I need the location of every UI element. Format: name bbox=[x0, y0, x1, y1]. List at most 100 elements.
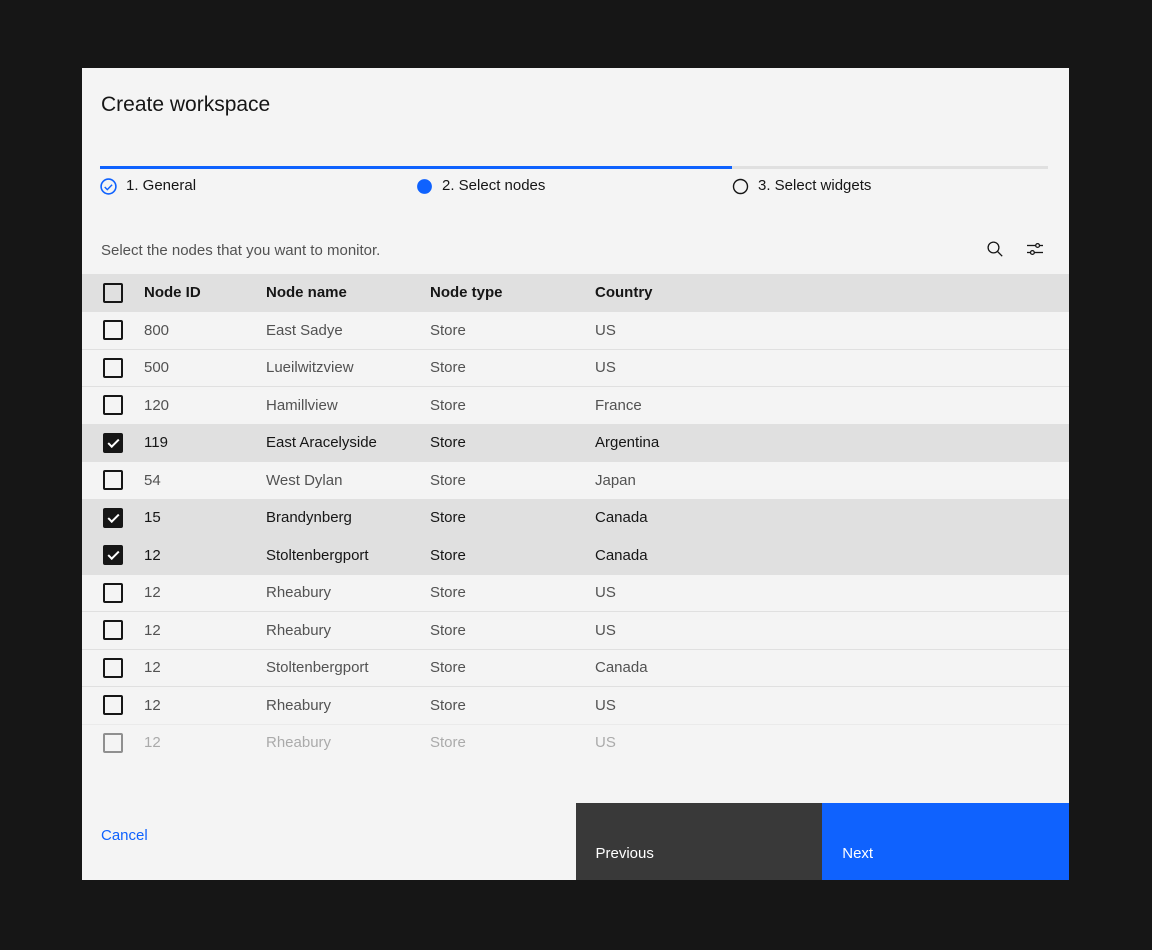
cell-node-type: Store bbox=[430, 509, 595, 526]
table-row[interactable]: 12 Rheabury Store US bbox=[82, 686, 1069, 724]
column-header-node-id[interactable]: Node ID bbox=[144, 284, 266, 301]
table-row[interactable]: 15 Brandynberg Store Canada bbox=[82, 499, 1069, 537]
row-checkbox[interactable] bbox=[103, 508, 123, 528]
settings-adjust-icon bbox=[1026, 240, 1044, 261]
cell-node-name: East Sadye bbox=[266, 322, 430, 339]
cell-node-id: 12 bbox=[144, 697, 266, 714]
cell-node-id: 12 bbox=[144, 659, 266, 676]
page-title: Create workspace bbox=[101, 92, 1049, 118]
row-checkbox[interactable] bbox=[103, 583, 123, 603]
table-row[interactable]: 54 West Dylan Store Japan bbox=[82, 461, 1069, 499]
cell-node-name: Hamillview bbox=[266, 397, 430, 414]
table-toolbar: Select the nodes that you want to monito… bbox=[82, 226, 1069, 274]
row-checkbox-cell bbox=[82, 695, 144, 715]
cell-country: US bbox=[595, 622, 1069, 639]
table-row[interactable]: 12 Stoltenbergport Store Canada bbox=[82, 536, 1069, 574]
cell-node-id: 12 bbox=[144, 584, 266, 601]
cell-node-type: Store bbox=[430, 397, 595, 414]
next-button[interactable]: Next bbox=[822, 803, 1069, 880]
table-row[interactable]: 119 East Aracelyside Store Argentina bbox=[82, 424, 1069, 462]
cell-node-id: 500 bbox=[144, 359, 266, 376]
cell-country: US bbox=[595, 359, 1069, 376]
table-row[interactable]: 800 East Sadye Store US bbox=[82, 311, 1069, 349]
row-checkbox-cell bbox=[82, 395, 144, 415]
search-icon bbox=[986, 240, 1004, 261]
row-checkbox-cell bbox=[82, 620, 144, 640]
row-checkbox-cell bbox=[82, 433, 144, 453]
cell-node-name: West Dylan bbox=[266, 472, 430, 489]
step-label: 1. General bbox=[126, 177, 196, 195]
table-row[interactable]: 12 Rheabury Store US bbox=[82, 724, 1069, 762]
table-row[interactable]: 12 Rheabury Store US bbox=[82, 574, 1069, 612]
search-button[interactable] bbox=[975, 230, 1015, 270]
cell-node-name: Lueilwitzview bbox=[266, 359, 430, 376]
column-header-node-type[interactable]: Node type bbox=[430, 284, 595, 301]
row-checkbox-cell bbox=[82, 545, 144, 565]
cell-country: Argentina bbox=[595, 434, 1069, 451]
row-checkbox[interactable] bbox=[103, 433, 123, 453]
cell-country: Canada bbox=[595, 509, 1069, 526]
table-row[interactable]: 120 Hamillview Store France bbox=[82, 386, 1069, 424]
step-label: 2. Select nodes bbox=[442, 177, 545, 195]
cell-country: US bbox=[595, 584, 1069, 601]
row-checkbox[interactable] bbox=[103, 733, 123, 753]
progress-step-select-nodes[interactable]: 2. Select nodes bbox=[416, 166, 732, 195]
row-checkbox[interactable] bbox=[103, 658, 123, 678]
cell-node-id: 12 bbox=[144, 734, 266, 751]
row-checkbox[interactable] bbox=[103, 620, 123, 640]
cell-node-type: Store bbox=[430, 547, 595, 564]
cell-node-type: Store bbox=[430, 584, 595, 601]
create-workspace-modal: Create workspace 1. General bbox=[82, 68, 1069, 880]
row-checkbox[interactable] bbox=[103, 358, 123, 378]
row-checkbox[interactable] bbox=[103, 320, 123, 340]
cell-node-type: Store bbox=[430, 659, 595, 676]
cell-node-id: 12 bbox=[144, 622, 266, 639]
cell-country: Canada bbox=[595, 659, 1069, 676]
cell-node-type: Store bbox=[430, 322, 595, 339]
row-checkbox-cell bbox=[82, 733, 144, 753]
nodes-table: Node ID Node name Node type Country 800 … bbox=[82, 274, 1069, 761]
cancel-button[interactable]: Cancel bbox=[101, 827, 148, 845]
cell-node-name: Brandynberg bbox=[266, 509, 430, 526]
progress-indicator: 1. General 2. Select nodes bbox=[100, 166, 1048, 195]
cell-node-name: Rheabury bbox=[266, 734, 430, 751]
progress-step-select-widgets[interactable]: 3. Select widgets bbox=[732, 166, 1048, 195]
cell-node-type: Store bbox=[430, 697, 595, 714]
row-checkbox-cell bbox=[82, 320, 144, 340]
cell-node-id: 800 bbox=[144, 322, 266, 339]
cell-node-id: 119 bbox=[144, 434, 266, 451]
column-header-country[interactable]: Country bbox=[595, 284, 1069, 301]
table-row[interactable]: 12 Rheabury Store US bbox=[82, 611, 1069, 649]
row-checkbox[interactable] bbox=[103, 545, 123, 565]
select-all-checkbox[interactable] bbox=[103, 283, 123, 303]
settings-adjust-button[interactable] bbox=[1015, 230, 1055, 270]
modal-footer: Cancel Previous Next bbox=[82, 803, 1069, 880]
row-checkbox-cell bbox=[82, 658, 144, 678]
modal-header: Create workspace bbox=[82, 68, 1069, 118]
step-complete-icon bbox=[100, 178, 117, 195]
cell-node-type: Store bbox=[430, 359, 595, 376]
cell-node-name: Rheabury bbox=[266, 697, 430, 714]
table-description: Select the nodes that you want to monito… bbox=[101, 242, 975, 259]
column-header-node-name[interactable]: Node name bbox=[266, 284, 430, 301]
step-current-icon bbox=[416, 178, 433, 195]
table-row[interactable]: 12 Stoltenbergport Store Canada bbox=[82, 649, 1069, 687]
cell-country: US bbox=[595, 322, 1069, 339]
cell-node-id: 12 bbox=[144, 547, 266, 564]
cell-country: Japan bbox=[595, 472, 1069, 489]
cell-node-name: Stoltenbergport bbox=[266, 659, 430, 676]
table-header-row: Node ID Node name Node type Country bbox=[82, 274, 1069, 311]
row-checkbox[interactable] bbox=[103, 695, 123, 715]
cell-country: US bbox=[595, 734, 1069, 751]
cell-node-type: Store bbox=[430, 472, 595, 489]
row-checkbox[interactable] bbox=[103, 470, 123, 490]
cell-node-type: Store bbox=[430, 434, 595, 451]
previous-button[interactable]: Previous bbox=[576, 803, 823, 880]
cell-node-name: Stoltenbergport bbox=[266, 547, 430, 564]
progress-step-general[interactable]: 1. General bbox=[100, 166, 416, 195]
row-checkbox[interactable] bbox=[103, 395, 123, 415]
cell-node-id: 15 bbox=[144, 509, 266, 526]
step-incomplete-icon bbox=[732, 178, 749, 195]
cell-node-name: Rheabury bbox=[266, 584, 430, 601]
table-row[interactable]: 500 Lueilwitzview Store US bbox=[82, 349, 1069, 387]
